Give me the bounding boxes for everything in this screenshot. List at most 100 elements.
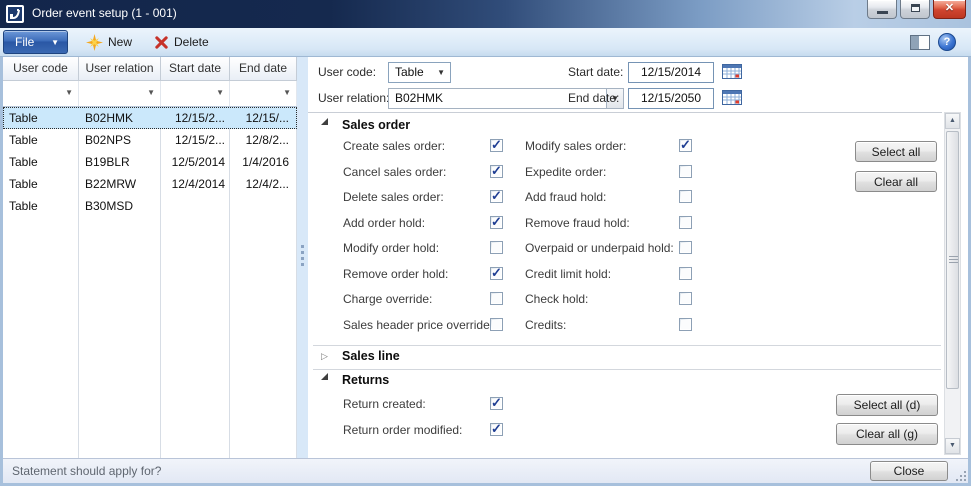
table-row[interactable]: Table B19BLR 12/5/2014 1/4/2016 bbox=[3, 151, 297, 173]
cell-start-date: 12/15/2... bbox=[161, 107, 230, 129]
checkbox-expedite-order[interactable] bbox=[679, 165, 692, 178]
checkbox-modify-order-hold[interactable] bbox=[490, 241, 503, 254]
new-button[interactable]: New bbox=[80, 30, 138, 54]
filter-dropdown-icon[interactable]: ▼ bbox=[65, 89, 73, 97]
label-add-order-hold: Add order hold: bbox=[343, 215, 425, 231]
checkbox-add-order-hold[interactable] bbox=[490, 216, 503, 229]
filter-dropdown-icon[interactable]: ▼ bbox=[147, 89, 155, 97]
filter-dropdown-icon[interactable]: ▼ bbox=[216, 89, 224, 97]
delete-button-label: Delete bbox=[174, 35, 209, 49]
cell-start-date: 12/5/2014 bbox=[161, 151, 230, 173]
checkbox-return-created[interactable] bbox=[490, 397, 503, 410]
section-title-sales-line[interactable]: Sales line bbox=[342, 349, 400, 363]
cell-end-date: 12/8/2... bbox=[230, 129, 297, 151]
checkbox-charge-override[interactable] bbox=[490, 292, 503, 305]
grid-header-row: User code User relation Start date End d… bbox=[3, 57, 297, 81]
label-cancel-sales-order: Cancel sales order: bbox=[343, 164, 446, 180]
checkbox-remove-fraud-hold[interactable] bbox=[679, 216, 692, 229]
table-row[interactable]: Table B02NPS 12/15/2... 12/8/2... bbox=[3, 129, 297, 151]
column-header-start-date[interactable]: Start date bbox=[161, 57, 230, 81]
label-credit-limit-hold: Credit limit hold: bbox=[525, 266, 611, 282]
checkbox-overpaid-or-underpaid-hold[interactable] bbox=[679, 241, 692, 254]
table-row[interactable]: Table B02HMK 12/15/2... 12/15/... bbox=[3, 107, 297, 129]
section-divider bbox=[313, 369, 941, 370]
titlebar: Order event setup (1 - 001) ✕ bbox=[0, 0, 971, 28]
select-all-d-button[interactable]: Select all (d) bbox=[836, 394, 938, 416]
chevron-down-icon[interactable]: ▼ bbox=[437, 69, 445, 77]
cell-end-date: 1/4/2016 bbox=[230, 151, 297, 173]
section-title-returns[interactable]: Returns bbox=[342, 373, 389, 387]
close-window-button[interactable]: ✕ bbox=[933, 0, 966, 19]
end-date-field[interactable]: 12/15/2050 bbox=[628, 88, 714, 109]
close-button[interactable]: Close bbox=[870, 461, 948, 481]
cell-user-relation: B19BLR bbox=[79, 151, 161, 173]
help-icon[interactable]: ? bbox=[938, 33, 956, 51]
vertical-scrollbar[interactable]: ▲ ▼ bbox=[944, 112, 961, 455]
clear-all-button[interactable]: Clear all bbox=[855, 171, 937, 192]
table-row[interactable]: Table B30MSD bbox=[3, 195, 297, 217]
layout-pane-icon[interactable] bbox=[909, 34, 931, 51]
filter-cell-start-date[interactable]: ▼ bbox=[161, 81, 230, 106]
filter-dropdown-icon[interactable]: ▼ bbox=[283, 89, 291, 97]
label-create-sales-order: Create sales order: bbox=[343, 138, 445, 154]
panel-splitter[interactable] bbox=[297, 57, 308, 458]
cell-user-code: Table bbox=[3, 173, 79, 195]
column-header-end-date[interactable]: End date bbox=[230, 57, 297, 81]
minimize-button[interactable] bbox=[867, 0, 897, 19]
filter-cell-end-date[interactable]: ▼ bbox=[230, 81, 297, 106]
checkbox-return-order-modified[interactable] bbox=[490, 423, 503, 436]
checkbox-credits[interactable] bbox=[679, 318, 692, 331]
clear-all-g-button[interactable]: Clear all (g) bbox=[836, 423, 938, 445]
checkbox-cancel-sales-order[interactable] bbox=[490, 165, 503, 178]
start-date-field[interactable]: 12/15/2014 bbox=[628, 62, 714, 83]
checkbox-sales-header-price-override[interactable] bbox=[490, 318, 503, 331]
records-grid: User code User relation Start date End d… bbox=[3, 57, 297, 458]
column-header-user-code[interactable]: User code bbox=[3, 57, 79, 81]
label-modify-order-hold: Modify order hold: bbox=[343, 240, 439, 256]
resize-grip-icon[interactable] bbox=[954, 469, 966, 481]
end-date-label: End date: bbox=[568, 88, 619, 109]
delete-button[interactable]: Delete bbox=[148, 30, 215, 54]
cell-user-code: Table bbox=[3, 107, 79, 129]
column-header-user-relation[interactable]: User relation bbox=[79, 57, 161, 81]
filter-cell-user-code[interactable]: ▼ bbox=[3, 81, 79, 106]
table-row[interactable]: Table B22MRW 12/4/2014 12/4/2... bbox=[3, 173, 297, 195]
user-code-label: User code: bbox=[318, 62, 376, 83]
checkbox-add-fraud-hold[interactable] bbox=[679, 190, 692, 203]
filter-cell-user-relation[interactable]: ▼ bbox=[79, 81, 161, 106]
cell-end-date: 12/15/... bbox=[230, 107, 297, 129]
scrollbar-thumb[interactable] bbox=[946, 131, 959, 389]
file-menu-button[interactable]: File ▼ bbox=[3, 30, 68, 54]
main-area: User code User relation Start date End d… bbox=[3, 57, 968, 458]
expanded-icon[interactable] bbox=[321, 118, 328, 125]
checkbox-check-hold[interactable] bbox=[679, 292, 692, 305]
user-code-combo[interactable]: Table ▼ bbox=[388, 62, 451, 83]
checkbox-remove-order-hold[interactable] bbox=[490, 267, 503, 280]
select-all-button[interactable]: Select all bbox=[855, 141, 937, 162]
collapsed-icon[interactable]: ▷ bbox=[321, 352, 328, 361]
cell-end-date: 12/4/2... bbox=[230, 173, 297, 195]
label-overpaid-or-underpaid-hold: Overpaid or underpaid hold: bbox=[525, 240, 674, 256]
end-date-calendar-button[interactable] bbox=[721, 88, 743, 108]
minimize-icon bbox=[877, 11, 888, 14]
restore-icon bbox=[911, 4, 920, 12]
label-remove-order-hold: Remove order hold: bbox=[343, 266, 448, 282]
toolbar: File ▼ New Delete ? bbox=[0, 28, 971, 57]
start-date-calendar-button[interactable] bbox=[721, 62, 743, 82]
checkbox-delete-sales-order[interactable] bbox=[490, 190, 503, 203]
restore-button[interactable] bbox=[900, 0, 930, 19]
cell-start-date bbox=[161, 195, 230, 217]
label-remove-fraud-hold: Remove fraud hold: bbox=[525, 215, 630, 231]
cell-start-date: 12/4/2014 bbox=[161, 173, 230, 195]
scroll-up-button[interactable]: ▲ bbox=[945, 113, 960, 129]
status-bar: Statement should apply for? Close bbox=[3, 458, 968, 483]
start-date-label: Start date: bbox=[568, 62, 623, 83]
app-icon bbox=[6, 5, 24, 23]
checkbox-modify-sales-order[interactable] bbox=[679, 139, 692, 152]
scroll-down-button[interactable]: ▼ bbox=[945, 438, 960, 454]
cell-start-date: 12/15/2... bbox=[161, 129, 230, 151]
section-title-sales-order[interactable]: Sales order bbox=[342, 118, 410, 132]
expanded-icon[interactable] bbox=[321, 373, 328, 380]
checkbox-credit-limit-hold[interactable] bbox=[679, 267, 692, 280]
checkbox-create-sales-order[interactable] bbox=[490, 139, 503, 152]
